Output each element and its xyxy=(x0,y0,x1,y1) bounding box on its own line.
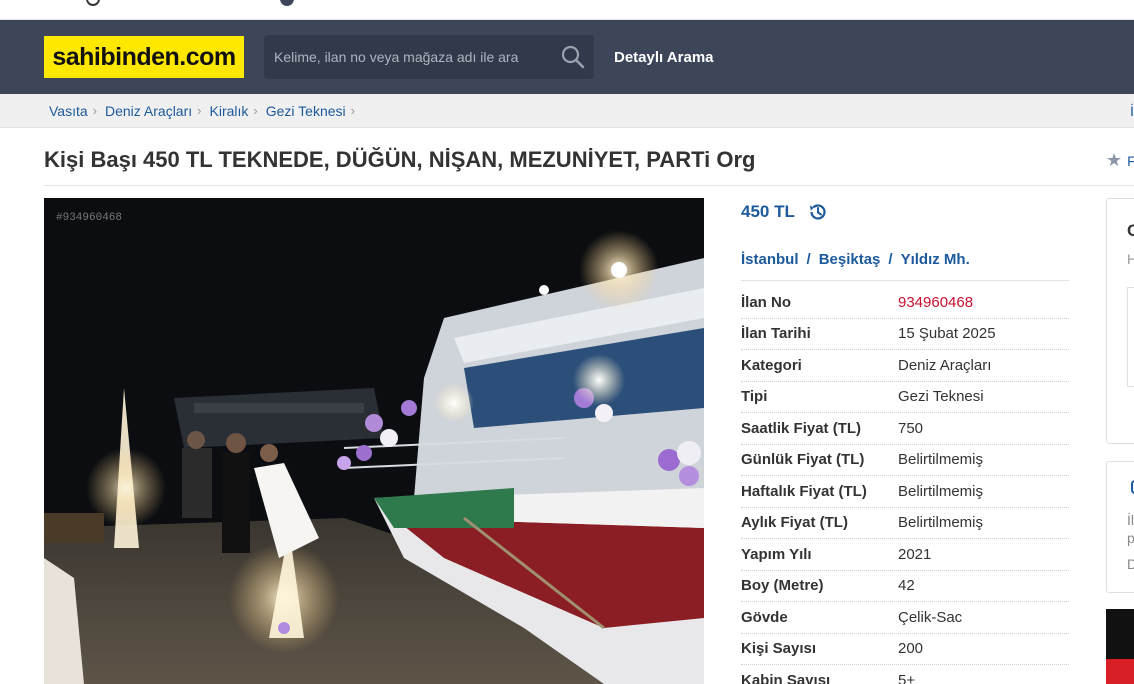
breadcrumb-item[interactable]: Gezi Teknesi xyxy=(266,103,346,119)
spec-value: Belirtilmemiş xyxy=(898,514,984,532)
photo-watermark-id: #934960468 xyxy=(56,212,123,224)
spec-row: Kabin Sayısı 5+ xyxy=(741,665,1069,684)
spec-key: Boy (Metre) xyxy=(741,577,824,595)
location-separator: / xyxy=(806,251,811,268)
listing-price: 450 TL xyxy=(741,201,829,223)
price-value: 450 TL xyxy=(741,202,795,221)
search-icon[interactable] xyxy=(560,44,586,70)
spec-row: Saatlik Fiyat (TL) 750 xyxy=(741,413,1069,445)
star-icon: ★ xyxy=(1106,150,1123,170)
spec-value: 15 Şubat 2025 xyxy=(898,325,996,343)
spec-value: Belirtilmemiş xyxy=(898,451,984,469)
spec-key: Kategori xyxy=(741,356,802,374)
spec-row: Günlük Fiyat (TL) Belirtilmemiş xyxy=(741,445,1069,476)
spec-row: Boy (Metre) 42 xyxy=(741,571,1069,602)
spec-row: İlan No 934960468 xyxy=(741,287,1069,319)
spec-key: Haftalık Fiyat (TL) xyxy=(741,482,867,500)
info-panel-text: p xyxy=(1127,530,1134,546)
location-district[interactable]: Beşiktaş xyxy=(819,251,881,268)
location-neighborhood[interactable]: Yıldız Mh. xyxy=(901,251,970,268)
spec-value: Deniz Araçları xyxy=(898,356,992,374)
price-history-icon[interactable] xyxy=(807,201,829,223)
favorite-button[interactable]: ★ F xyxy=(1106,150,1134,171)
divider xyxy=(44,185,1134,186)
spec-key: Yapım Yılı xyxy=(741,545,812,563)
spec-value: 2021 xyxy=(898,545,932,563)
seller-panel-box xyxy=(1127,287,1134,387)
spec-row: Kişi Sayısı 200 xyxy=(741,634,1069,665)
info-panel-text: İl xyxy=(1127,512,1134,528)
spec-row: Gövde Çelik-Sac xyxy=(741,602,1069,634)
breadcrumb-item[interactable]: Kiralık xyxy=(210,103,249,119)
breadcrumb: Vasıta › Deniz Araçları › Kiralık › Gezi Te… xyxy=(0,94,1134,128)
spec-key: Kişi Sayısı xyxy=(741,640,817,658)
spec-row: Kategori Deniz Araçları xyxy=(741,350,1069,382)
chevron-right-icon: › xyxy=(350,103,355,118)
boat-wedding-photo xyxy=(44,198,704,684)
spec-key: Günlük Fiyat (TL) xyxy=(741,451,865,469)
search-box xyxy=(264,35,594,79)
site-logo[interactable]: sahibinden.com xyxy=(44,36,244,78)
listing-id-value: 934960468 xyxy=(898,293,974,311)
divider xyxy=(741,280,1069,281)
seller-panel-initial: C xyxy=(1127,221,1134,240)
spec-key: Tipi xyxy=(741,388,768,406)
spec-value: 5+ xyxy=(898,671,916,684)
breadcrumb-item[interactable]: Deniz Araçları xyxy=(105,103,192,119)
top-strip xyxy=(0,0,1134,20)
info-icon xyxy=(280,0,294,6)
spec-value: 200 xyxy=(898,640,924,658)
ad-banner-accent xyxy=(1106,659,1134,684)
chevron-right-icon: › xyxy=(197,103,202,118)
seller-panel: C H xyxy=(1106,198,1134,444)
listing-specs: İlan No 934960468 İlan Tarihi 15 Şubat 202… xyxy=(741,287,1069,684)
breadcrumb-item[interactable]: Vasıta xyxy=(49,103,88,119)
spec-row: Yapım Yılı 2021 xyxy=(741,539,1069,571)
spec-key: İlan Tarihi xyxy=(741,325,811,343)
advanced-search-link[interactable]: Detaylı Arama xyxy=(614,49,714,66)
listing-photo[interactable]: #934960468 xyxy=(44,198,704,684)
spec-row: Haftalık Fiyat (TL) Belirtilmemiş xyxy=(741,476,1069,508)
spec-value: Belirtilmemiş xyxy=(898,482,984,500)
chevron-right-icon: › xyxy=(253,103,258,118)
spec-row: Aylık Fiyat (TL) Belirtilmemiş xyxy=(741,508,1069,539)
listing-location: İstanbul / Beşiktaş / Yıldız Mh. xyxy=(741,251,970,268)
spec-key: Aylık Fiyat (TL) xyxy=(741,514,848,532)
seller-panel-sub: H xyxy=(1127,251,1134,267)
search-input[interactable] xyxy=(264,35,554,79)
listing-title: Kişi Başı 450 TL TEKNEDE, DÜĞÜN, NİŞAN, … xyxy=(44,147,756,172)
breadcrumb-right-fragment: İ xyxy=(1130,103,1134,119)
location-separator: / xyxy=(888,251,893,268)
spec-key: Saatlik Fiyat (TL) xyxy=(741,419,862,437)
chevron-right-icon: › xyxy=(92,103,97,118)
ad-banner[interactable] xyxy=(1106,609,1134,684)
spec-key: İlan No xyxy=(741,293,792,311)
spec-value: Gezi Teknesi xyxy=(898,388,984,406)
site-header: sahibinden.com Detaylı Arama xyxy=(0,20,1134,94)
favorite-label: F xyxy=(1127,152,1134,169)
spec-value: Çelik-Sac xyxy=(898,608,963,626)
circle-icon xyxy=(86,0,100,6)
spec-key: Kabin Sayısı xyxy=(741,671,831,684)
spec-row: Tipi Gezi Teknesi xyxy=(741,382,1069,413)
spec-value: 750 xyxy=(898,419,924,437)
info-panel: İl p D xyxy=(1106,461,1134,593)
location-city[interactable]: İstanbul xyxy=(741,251,799,268)
spec-row: İlan Tarihi 15 Şubat 2025 xyxy=(741,319,1069,350)
info-panel-text: D xyxy=(1127,556,1134,572)
spec-value: 42 xyxy=(898,577,915,595)
spec-key: Gövde xyxy=(741,608,788,626)
